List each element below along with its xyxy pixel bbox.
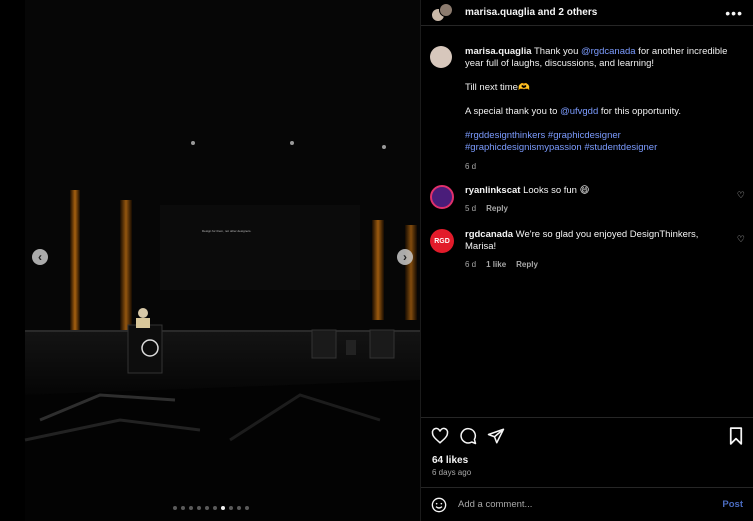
comment-item: ryanlinkscat Looks so fun 😄 5 d Reply ♡ <box>430 185 745 215</box>
comment-time: 5 d <box>465 204 477 213</box>
hashtags[interactable]: #rgddesignthinkers #graphicdesigner #gra… <box>465 130 740 154</box>
comment-time: 6 d <box>465 260 477 269</box>
caption-text: A special thank you to <box>465 106 561 117</box>
screen-slide-text: Design for them, not other designers. <box>202 229 252 233</box>
post-caption: marisa.quaglia Thank you @rgdcanada for … <box>430 46 745 173</box>
author-avatars[interactable] <box>431 2 457 24</box>
comment-icon[interactable] <box>459 427 477 445</box>
more-horizontal-icon[interactable]: ••• <box>725 5 743 21</box>
post-dialog: Design for them, not other designers. ‹ … <box>0 0 753 521</box>
add-comment-bar: Post <box>421 487 753 521</box>
mention-link[interactable]: @rgdcanada <box>581 46 636 57</box>
slide-dot[interactable] <box>236 506 241 510</box>
slide-dot[interactable] <box>180 506 185 510</box>
comment-username[interactable]: ryanlinkscat <box>465 185 520 196</box>
caption-username[interactable]: marisa.quaglia <box>465 46 532 57</box>
media-panel: Design for them, not other designers. ‹ … <box>0 0 421 521</box>
comment-avatar[interactable]: RGD <box>430 229 454 253</box>
slide-dot[interactable] <box>220 506 225 510</box>
like-comment-heart-icon[interactable]: ♡ <box>737 234 745 245</box>
comment-input[interactable] <box>458 499 698 510</box>
bookmark-icon[interactable] <box>729 427 743 445</box>
post-button[interactable]: Post <box>722 499 743 510</box>
slide-dot[interactable] <box>172 506 177 510</box>
post-date: 6 days ago <box>432 468 472 477</box>
next-slide-button[interactable]: › <box>397 249 413 265</box>
comment-item: RGD rgdcanada We're so glad you enjoyed … <box>430 229 745 271</box>
comment-likes[interactable]: 1 like <box>486 259 506 271</box>
avatar <box>439 2 453 17</box>
slide-dot[interactable] <box>244 506 249 510</box>
reply-button[interactable]: Reply <box>516 259 538 271</box>
caption-text: Thank you <box>531 46 581 57</box>
slide-dot[interactable] <box>204 506 209 510</box>
slide-dot[interactable] <box>196 506 201 510</box>
previous-slide-button[interactable]: ‹ <box>32 249 48 265</box>
post-header: marisa.quaglia and 2 others ••• <box>421 0 753 26</box>
like-comment-heart-icon[interactable]: ♡ <box>737 190 745 201</box>
caption-text: for this opportunity. <box>598 106 681 117</box>
slide-indicator <box>0 506 420 510</box>
slide-dot[interactable] <box>212 506 217 510</box>
caption-avatar[interactable] <box>430 46 452 68</box>
reply-button[interactable]: Reply <box>486 203 508 215</box>
post-authors[interactable]: marisa.quaglia and 2 others <box>465 7 597 18</box>
emoji-icon[interactable] <box>431 497 447 513</box>
share-icon[interactable] <box>487 427 505 445</box>
stage-photo <box>0 0 420 521</box>
caption-time: 6 d <box>465 162 477 171</box>
likes-count[interactable]: 64 likes <box>432 455 468 466</box>
slide-dot[interactable] <box>228 506 233 510</box>
comment-avatar[interactable] <box>430 185 454 209</box>
heart-icon[interactable] <box>431 427 449 445</box>
comment-username[interactable]: rgdcanada <box>465 229 513 240</box>
slide-dot[interactable] <box>188 506 193 510</box>
mention-link[interactable]: @ufvgdd <box>560 106 598 117</box>
caption-text: Till next time🫶 <box>465 82 530 93</box>
comment-text: Looks so fun 😄 <box>520 185 590 196</box>
action-bar: 64 likes 6 days ago <box>421 417 753 487</box>
comments-panel: marisa.quaglia and 2 others ••• marisa.q… <box>421 0 753 521</box>
